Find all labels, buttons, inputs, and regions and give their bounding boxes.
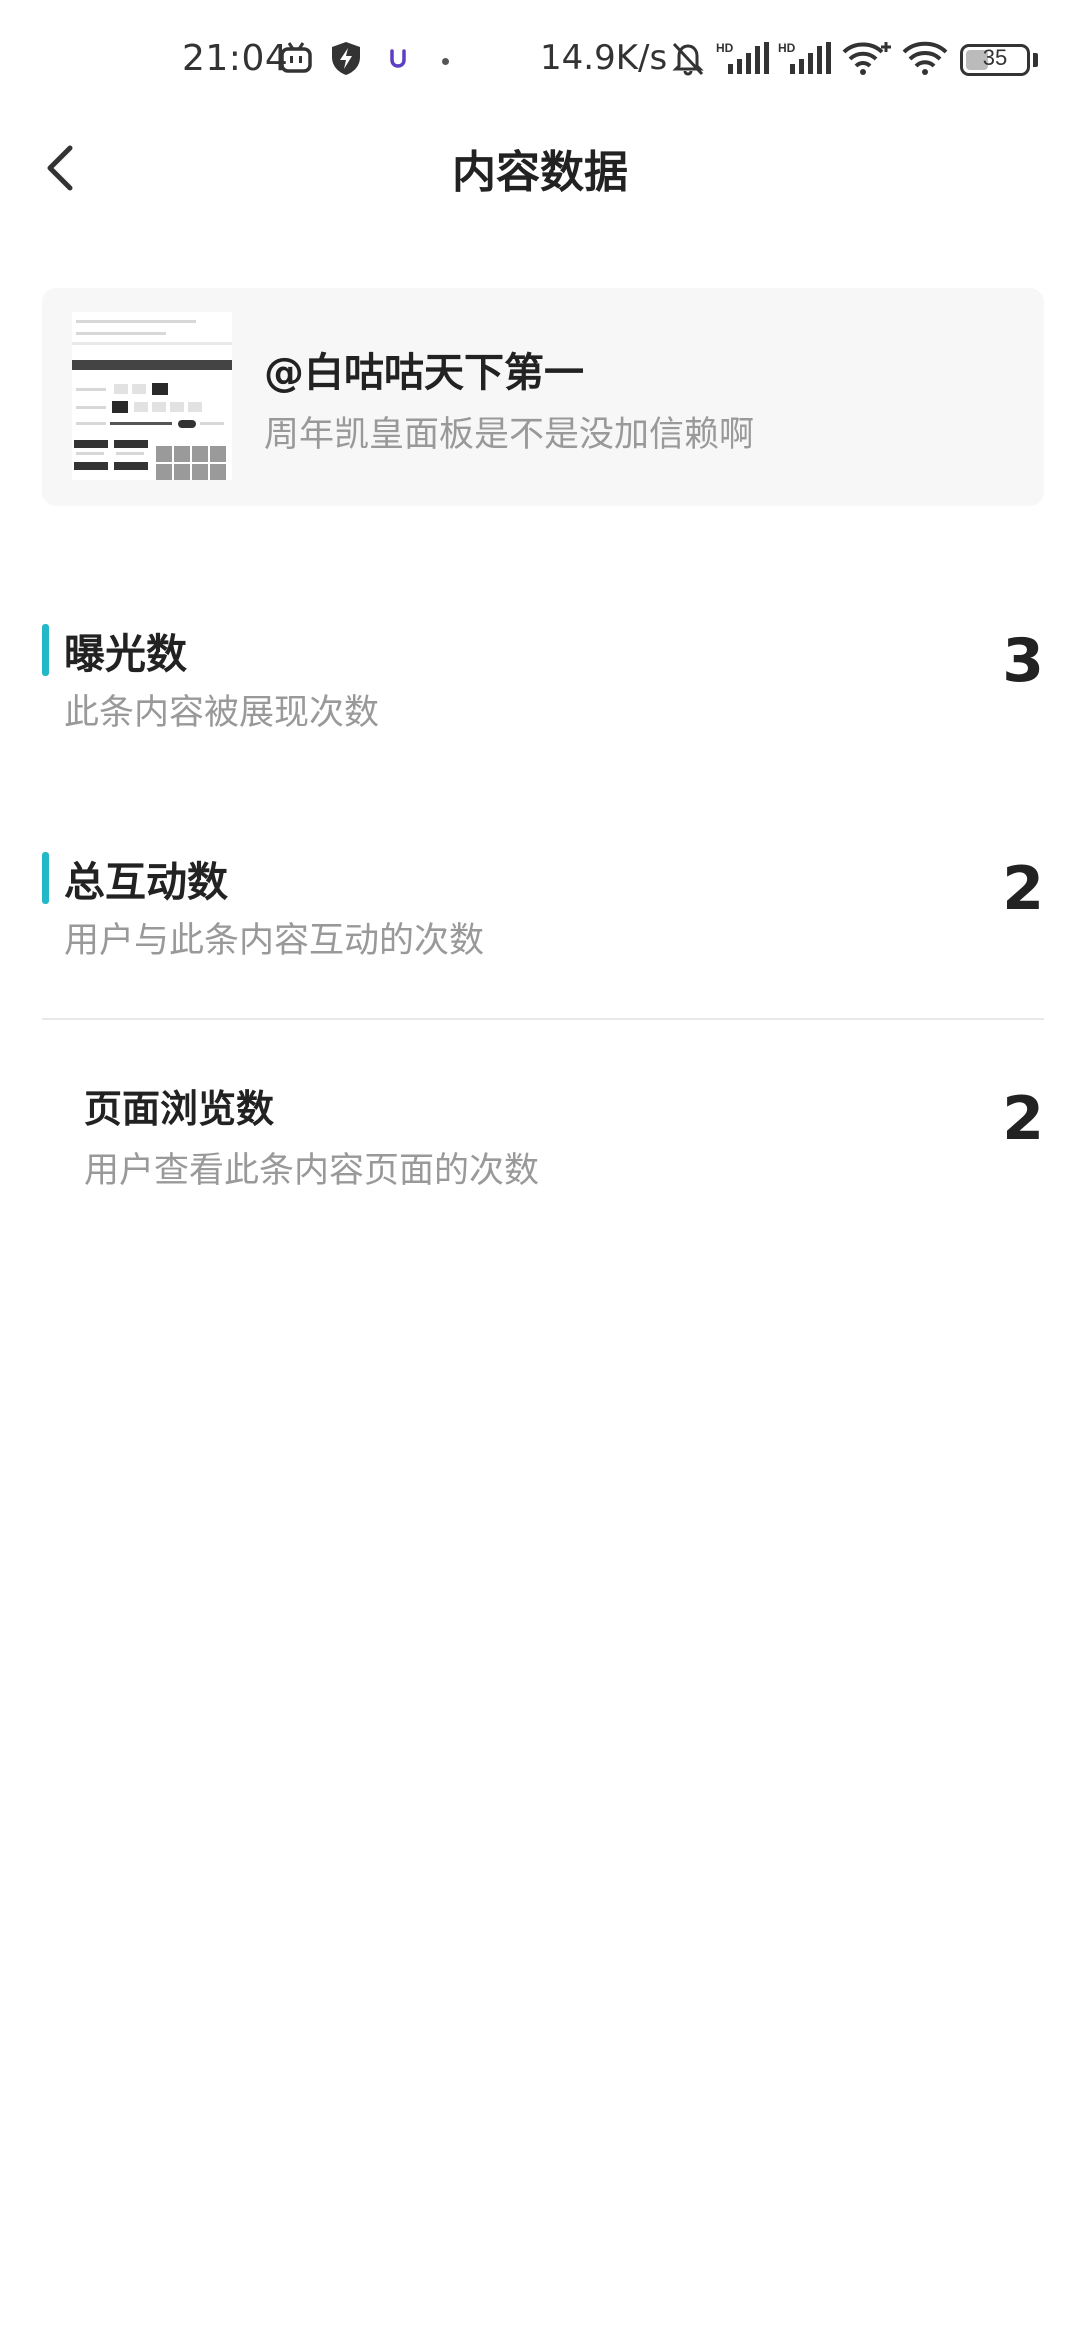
battery-level: 35 xyxy=(982,45,1008,70)
metric-value: 2 xyxy=(1002,1084,1044,1154)
metric-page-views: 页面浏览数 用户查看此条内容页面的次数 2 xyxy=(42,1078,1044,1198)
metric-description: 用户查看此条内容页面的次数 xyxy=(84,1151,540,1191)
tv-icon xyxy=(280,42,312,73)
svg-text:HD: HD xyxy=(716,41,734,55)
hd-signal-icon: HD xyxy=(778,41,831,74)
metric-total-interactions: 总互动数 用户与此条内容互动的次数 2 xyxy=(42,848,1044,968)
metric-value: 3 xyxy=(1002,626,1044,696)
content-thumbnail xyxy=(72,312,232,480)
content-author: @白咕咕天下第一 xyxy=(264,350,584,396)
page-title: 内容数据 xyxy=(452,147,628,198)
content-card[interactable]: @白咕咕天下第一 周年凯皇面板是不是没加信赖啊 xyxy=(42,288,1044,506)
metric-accent-bar xyxy=(42,624,49,676)
status-bar: 21:04 14.9K/s HD HD 35 xyxy=(0,0,1080,128)
battery-cap xyxy=(1033,53,1038,67)
metric-title: 页面浏览数 xyxy=(84,1087,275,1131)
hd-signal-icon: HD xyxy=(716,41,769,74)
app-u-icon xyxy=(390,49,406,68)
metric-description: 此条内容被展现次数 xyxy=(64,693,380,733)
metric-title: 曝光数 xyxy=(64,630,187,678)
metric-exposure: 曝光数 此条内容被展现次数 3 xyxy=(42,620,1044,740)
svg-text:HD: HD xyxy=(778,41,796,55)
wifi-icon xyxy=(902,41,948,75)
header: 内容数据 xyxy=(0,128,1080,208)
metric-title: 总互动数 xyxy=(64,858,228,906)
content-description: 周年凯皇面板是不是没加信赖啊 xyxy=(264,415,755,455)
shield-bolt-icon xyxy=(332,42,360,75)
dot-icon xyxy=(442,58,449,65)
network-speed: 14.9K/s xyxy=(540,38,668,78)
battery-icon: 35 xyxy=(960,44,1030,76)
metric-accent-bar xyxy=(42,852,49,904)
metric-description: 用户与此条内容互动的次数 xyxy=(64,921,485,961)
metric-value: 2 xyxy=(1002,854,1044,924)
wifi-plus-icon xyxy=(842,42,891,75)
divider xyxy=(42,1018,1044,1020)
bell-off-icon xyxy=(672,42,704,76)
status-time: 21:04 xyxy=(182,38,289,79)
